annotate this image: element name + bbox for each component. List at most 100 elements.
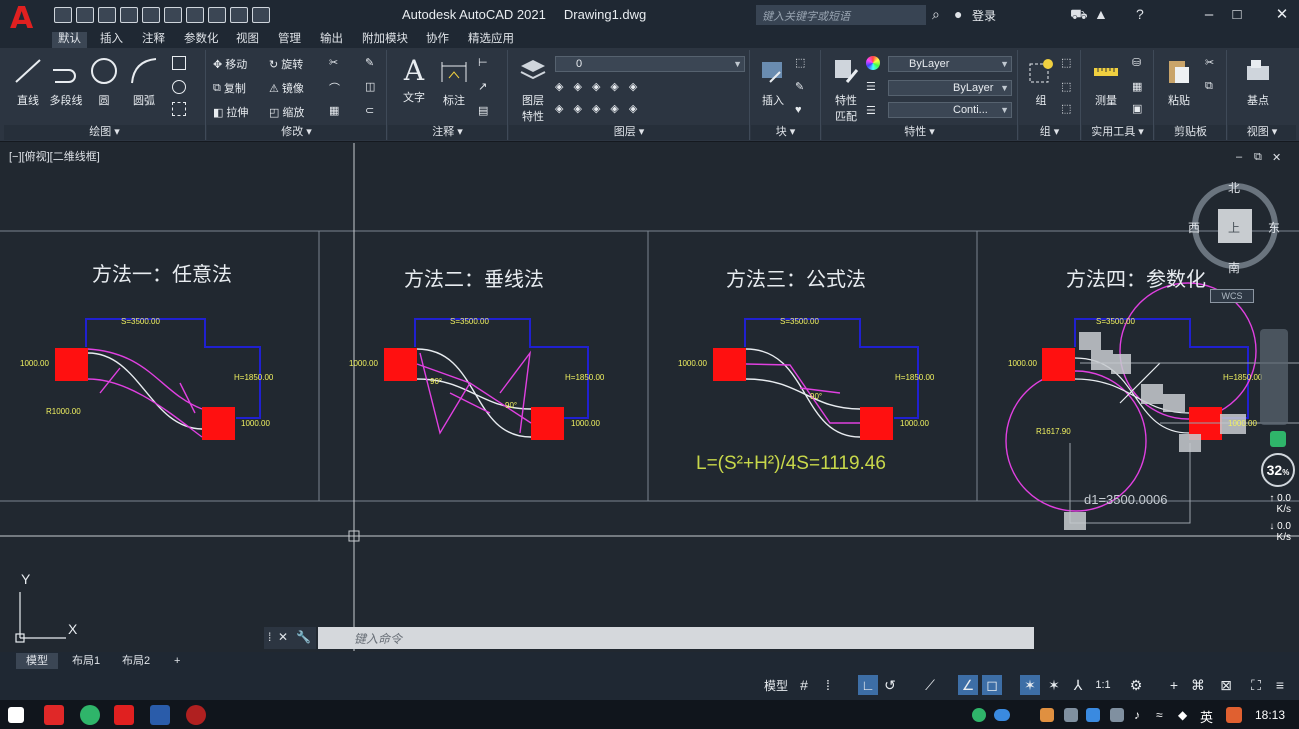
close-command-icon[interactable]: ✕ [278,630,288,644]
color-dropdown[interactable]: ByLayer ▼ [888,56,1012,72]
object-snap-tracking-icon[interactable]: ∠ [958,675,978,695]
annotation-monitor-icon[interactable]: + [1164,675,1184,695]
plot-icon[interactable] [186,7,204,23]
layer-lock-icon[interactable]: ◈ [610,80,618,93]
visual-studio-icon[interactable] [150,705,170,725]
customization-menu-icon[interactable]: ≡ [1270,675,1290,695]
wechat-icon[interactable] [80,705,100,725]
stretch-button[interactable]: ◧ 拉伸 [213,104,248,120]
erase-button[interactable]: ✎ [365,56,374,69]
customize-wrench-icon[interactable]: 🔧 [296,630,311,644]
hatch-tool[interactable] [172,80,186,94]
rectangle-tool[interactable] [172,56,186,70]
redo-icon[interactable] [230,7,248,23]
tab-manage[interactable]: 管理 [272,32,307,48]
tray-icon-2[interactable] [1064,708,1078,722]
undo-icon[interactable] [208,7,226,23]
add-layout-icon[interactable]: + [164,653,190,669]
autodesk-app-icon[interactable]: ▲ [1094,6,1108,22]
layer-freeze-icon[interactable]: ◈ [592,80,600,93]
layer-off-icon[interactable]: ◈ [555,80,563,93]
block-attribute-tool[interactable]: ♥ [795,104,802,116]
close-button[interactable]: ✕ [1271,5,1293,25]
compass-north[interactable]: 北 [1228,179,1240,196]
new-file-icon[interactable] [54,7,72,23]
array-button[interactable]: ▦ [329,104,339,117]
tab-layout2[interactable]: 布局2 [112,653,160,669]
compass-west[interactable]: 西 [1188,219,1200,236]
units-icon[interactable]: ⌘ [1188,675,1208,695]
explode-button[interactable]: ◫ [365,80,375,93]
compass-south[interactable]: 南 [1228,259,1240,276]
viewcube-top-face[interactable]: 上 [1228,219,1240,236]
ime-icon[interactable] [1226,707,1242,723]
base-point-button[interactable]: 基点 [1238,56,1278,108]
panel-properties-title[interactable]: 特性 ▾ [822,125,1017,140]
linear-dim-tool[interactable]: ⊢ [478,56,488,69]
snap-icon[interactable]: ⁞ [818,675,838,695]
fillet-button[interactable]: ⌒ [329,80,340,96]
wcs-menu[interactable]: WCS [1210,289,1254,303]
insert-block-button[interactable]: 插入 [753,56,793,108]
panel-modify-title[interactable]: 修改 ▾ [207,125,386,140]
windows-start-icon[interactable] [8,707,24,723]
annotation-visibility-icon[interactable]: ✶ [1020,675,1040,695]
restore-button[interactable]: □ [1226,5,1248,25]
arc-button[interactable]: 圆弧 [124,56,164,108]
edit-block-tool[interactable]: ✎ [795,80,804,93]
group-select-tool[interactable]: ⬚ [1061,102,1071,115]
clock[interactable]: 18:13 [1255,708,1285,722]
tray-icon-1[interactable] [1040,708,1054,722]
panel-utilities-title[interactable]: 实用工具 ▾ [1082,125,1153,140]
tab-parametric[interactable]: 参数化 [178,32,225,48]
help-search-input[interactable]: 键入关键字或短语 [756,5,926,25]
save-icon[interactable] [98,7,116,23]
quick-select-tool[interactable]: ⛁ [1132,56,1141,69]
model-space-button[interactable]: 模型 [764,677,788,694]
tray-icon-4[interactable] [1110,708,1124,722]
layer-dropdown[interactable]: 0 ▼ [555,56,745,72]
minimize-button[interactable]: – [1198,5,1220,25]
tab-featured-apps[interactable]: 精选应用 [462,32,520,48]
offset-button[interactable]: ⊂ [365,104,374,117]
clean-screen-icon[interactable]: ⛶ [1246,675,1266,695]
command-input[interactable]: 键入命令 [318,627,1034,649]
leader-tool[interactable]: ↗ [478,80,487,93]
compass-east[interactable]: 东 [1268,219,1280,236]
volume-icon[interactable]: ♪ [1134,708,1148,722]
tab-default[interactable]: 默认 [52,32,87,48]
security-shield-icon[interactable]: ◆ [1178,708,1192,722]
line-button[interactable]: 直线 [8,56,48,108]
tray-icon-3[interactable] [1086,708,1100,722]
id-point-tool[interactable]: ▣ [1132,102,1142,115]
panel-draw-title[interactable]: 绘图 ▾ [4,125,205,140]
help-icon[interactable]: ? [1136,6,1144,22]
login-button[interactable]: 登录 [972,7,996,24]
wps-icon[interactable] [44,705,64,725]
layer-isolate-icon[interactable]: ◈ [573,80,581,93]
navigation-bar[interactable] [1260,329,1288,425]
cart-icon[interactable]: ⛟ [1070,6,1088,25]
group-edit-tool[interactable]: ⬚ [1061,80,1071,93]
linetype-button[interactable]: ☰ [866,104,876,117]
move-button[interactable]: ✥ 移动 [213,56,247,72]
layer-unisolate-icon[interactable]: ◈ [573,102,581,115]
tray-app-icon[interactable] [972,708,986,722]
lineweight-button[interactable]: ☰ [866,80,876,93]
web-mobile-open-icon[interactable] [142,7,160,23]
copy-button[interactable]: ⧉ 复制 [213,80,246,96]
polyline-button[interactable]: 多段线 [46,56,86,108]
rotate-button[interactable]: ↻ 旋转 [269,56,303,72]
copy-clip-tool[interactable]: ⧉ [1205,80,1213,93]
panel-layers-title[interactable]: 图层 ▾ [509,125,749,140]
save-as-icon[interactable] [120,7,138,23]
create-block-tool[interactable]: ⬚ [795,56,805,69]
viewcube[interactable]: 北 南 东 西 上 [1188,179,1283,276]
scale-dropdown[interactable]: 1:1 [1092,675,1114,695]
open-file-icon[interactable] [76,7,94,23]
measure-button[interactable]: 测量 [1086,56,1126,108]
ungroup-tool[interactable]: ⬚ [1061,56,1071,69]
tab-model[interactable]: 模型 [16,653,58,669]
polar-tracking-icon[interactable]: ↺ [880,675,900,695]
command-line-handle[interactable]: ⁞ ✕ 🔧 [264,627,316,649]
